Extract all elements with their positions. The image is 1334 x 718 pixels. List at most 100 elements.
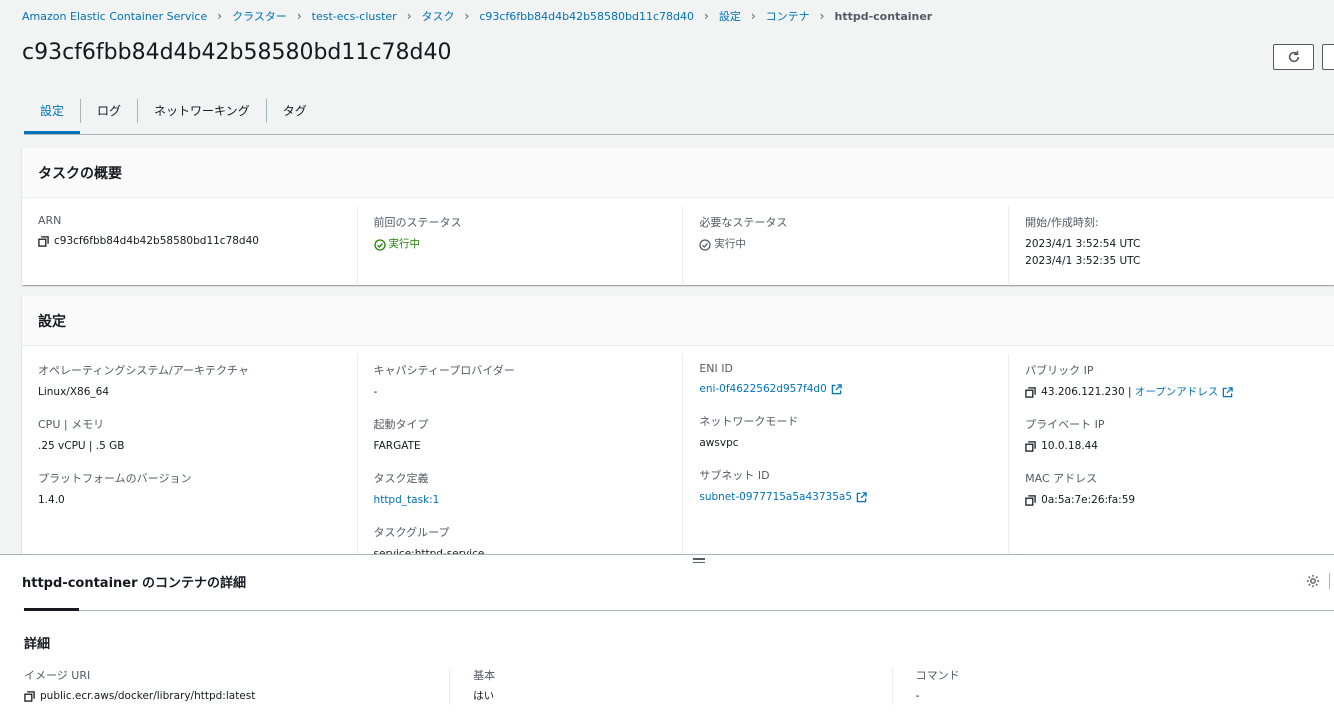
tab-list: 設定 ログ ネットワーキング タグ bbox=[24, 96, 323, 134]
started-at: 2023/4/1 3:52:54 UTC bbox=[1025, 238, 1141, 250]
created-at: 2023/4/1 3:52:35 UTC bbox=[1025, 255, 1141, 267]
breadcrumb-task[interactable]: c93cf6fbb84d4b42b58580bd11c78d40 bbox=[479, 10, 694, 23]
breadcrumb-config[interactable]: 設定 bbox=[719, 8, 741, 24]
arn-column: ARN c93cf6fbb84d4b42b58580bd11c78d40 bbox=[22, 206, 357, 284]
private-ip-label: プライベート IP bbox=[1025, 418, 1105, 431]
cpu-mem-value: .25 vCPU | .5 GB bbox=[38, 440, 125, 452]
started-created-label: 開始/作成時刻: bbox=[1025, 216, 1099, 229]
resize-handle-icon[interactable] bbox=[693, 558, 705, 566]
external-link-icon[interactable] bbox=[1222, 387, 1233, 398]
breadcrumb-cluster[interactable]: test-ecs-cluster bbox=[312, 10, 397, 23]
refresh-button[interactable] bbox=[1273, 44, 1314, 70]
desired-status-column: 必要なステータス 実行中 bbox=[682, 206, 1008, 284]
subnet-id-link[interactable]: subnet-0977715a5a43735a5 bbox=[699, 489, 852, 506]
config-column-2: キャパシティープロバイダー - 起動タイプ FARGATE タスク定義 http… bbox=[356, 354, 683, 566]
private-ip-value: 10.0.18.44 bbox=[1041, 440, 1098, 452]
arn-label: ARN bbox=[38, 214, 62, 227]
chevron-right-icon: › bbox=[217, 9, 223, 23]
eni-id-link[interactable]: eni-0f4622562d957f4d0 bbox=[699, 381, 826, 398]
panel-title: 設定 bbox=[22, 296, 1334, 346]
actions-button[interactable] bbox=[1322, 44, 1334, 70]
task-definition-link[interactable]: httpd_task:1 bbox=[374, 492, 440, 509]
os-arch-label: オペレーティングシステム/アーキテクチャ bbox=[38, 364, 249, 377]
copy-icon[interactable] bbox=[1025, 495, 1036, 506]
status-success-icon bbox=[699, 238, 712, 251]
launch-type-value: FARGATE bbox=[373, 440, 421, 452]
breadcrumb: Amazon Elastic Container Service › クラスター… bbox=[22, 8, 932, 24]
image-uri-column: イメージ URI public.ecr.aws/docker/library/h… bbox=[0, 667, 449, 705]
copy-icon[interactable] bbox=[38, 236, 49, 247]
breadcrumb-ecs[interactable]: Amazon Elastic Container Service bbox=[22, 10, 207, 23]
started-created-column: 開始/作成時刻: 2023/4/1 3:52:54 UTC 2023/4/1 3… bbox=[1008, 206, 1334, 284]
configuration-panel: 設定 オペレーティングシステム/アーキテクチャ Linux/X86_64 CPU… bbox=[22, 296, 1334, 566]
platform-version-value: 1.4.0 bbox=[38, 494, 65, 506]
essential-value: はい bbox=[473, 690, 495, 702]
command-label: コマンド bbox=[915, 669, 960, 682]
split-panel-title: httpd-container のコンテナの詳細 bbox=[22, 576, 247, 591]
page-title: c93cf6fbb84d4b42b58580bd11c78d40 bbox=[22, 40, 452, 65]
command-value: - bbox=[915, 690, 920, 702]
last-status-value: 実行中 bbox=[388, 238, 421, 250]
tab-logs[interactable]: ログ bbox=[81, 96, 137, 134]
copy-icon[interactable] bbox=[1025, 387, 1036, 398]
task-definition-label: タスク定義 bbox=[373, 472, 429, 485]
last-status-label: 前回のステータス bbox=[373, 216, 462, 229]
copy-icon[interactable] bbox=[1025, 441, 1036, 452]
task-group-label: タスクグループ bbox=[373, 526, 450, 539]
image-uri-value: public.ecr.aws/docker/library/httpd:late… bbox=[40, 690, 256, 702]
platform-version-label: プラットフォームのバージョン bbox=[38, 472, 192, 485]
external-link-icon[interactable] bbox=[856, 492, 867, 503]
mac-address-label: MAC アドレス bbox=[1025, 472, 1098, 485]
chevron-right-icon: › bbox=[464, 9, 470, 23]
image-uri-label: イメージ URI bbox=[24, 669, 91, 682]
split-tabs-divider bbox=[24, 610, 1334, 611]
chevron-right-icon: › bbox=[296, 9, 302, 23]
eni-id-label: ENI ID bbox=[699, 362, 733, 375]
task-overview-panel: タスクの概要 ARN c93cf6fbb84d4b42b58580bd11c78… bbox=[22, 148, 1334, 285]
network-mode-value: awsvpc bbox=[699, 437, 739, 449]
breadcrumb-clusters[interactable]: クラスター bbox=[232, 8, 287, 24]
chevron-right-icon: › bbox=[406, 9, 412, 23]
os-arch-value: Linux/X86_64 bbox=[38, 386, 109, 398]
public-ip-label: パブリック IP bbox=[1025, 364, 1094, 377]
public-ip-value: 43.206.121.230 | bbox=[1041, 386, 1132, 398]
capacity-provider-label: キャパシティープロバイダー bbox=[373, 364, 515, 377]
chevron-right-icon: › bbox=[819, 9, 825, 23]
config-column-1: オペレーティングシステム/アーキテクチャ Linux/X86_64 CPU | … bbox=[22, 354, 357, 566]
subnet-id-label: サブネット ID bbox=[699, 469, 770, 482]
tab-config[interactable]: 設定 bbox=[24, 96, 81, 134]
split-tab-indicator bbox=[24, 608, 79, 611]
arn-value: c93cf6fbb84d4b42b58580bd11c78d40 bbox=[54, 235, 259, 247]
breadcrumb-containers[interactable]: コンテナ bbox=[766, 8, 810, 24]
network-mode-label: ネットワークモード bbox=[699, 415, 799, 428]
breadcrumb-current: httpd-container bbox=[834, 9, 933, 23]
container-details-split-panel: httpd-container のコンテナの詳細 詳細 イメージ URI pub… bbox=[0, 554, 1334, 718]
external-link-icon[interactable] bbox=[831, 384, 842, 395]
copy-icon[interactable] bbox=[24, 691, 35, 702]
tab-tags[interactable]: タグ bbox=[267, 96, 323, 134]
settings-icon[interactable] bbox=[1306, 573, 1320, 592]
chevron-right-icon: › bbox=[704, 9, 709, 23]
command-column: コマンド - bbox=[891, 667, 1334, 705]
mac-address-value: 0a:5a:7e:26:fa:59 bbox=[1041, 494, 1136, 506]
chevron-right-icon: › bbox=[750, 9, 756, 23]
config-column-4: パブリック IP 43.206.121.230 | オープンアドレス プライベー… bbox=[1008, 354, 1334, 566]
split-divider bbox=[1329, 573, 1330, 589]
details-section-title: 詳細 bbox=[24, 637, 51, 652]
tabs-divider bbox=[24, 134, 1334, 135]
tab-networking[interactable]: ネットワーキング bbox=[138, 96, 266, 134]
panel-title: タスクの概要 bbox=[22, 148, 1334, 198]
essential-column: 基本 はい bbox=[449, 667, 891, 705]
desired-status-value: 実行中 bbox=[714, 238, 746, 250]
essential-label: 基本 bbox=[473, 669, 496, 682]
open-address-link[interactable]: オープンアドレス bbox=[1135, 384, 1218, 401]
last-status-column: 前回のステータス 実行中 bbox=[356, 206, 683, 284]
status-success-icon bbox=[373, 238, 386, 251]
refresh-icon bbox=[1288, 50, 1299, 63]
desired-status-label: 必要なステータス bbox=[699, 216, 788, 229]
config-column-3: ENI ID eni-0f4622562d957f4d0 ネットワークモード a… bbox=[682, 354, 1008, 566]
capacity-provider-value: - bbox=[373, 386, 378, 398]
launch-type-label: 起動タイプ bbox=[373, 418, 429, 431]
breadcrumb-tasks[interactable]: タスク bbox=[422, 8, 455, 24]
cpu-mem-label: CPU | メモリ bbox=[38, 418, 105, 431]
